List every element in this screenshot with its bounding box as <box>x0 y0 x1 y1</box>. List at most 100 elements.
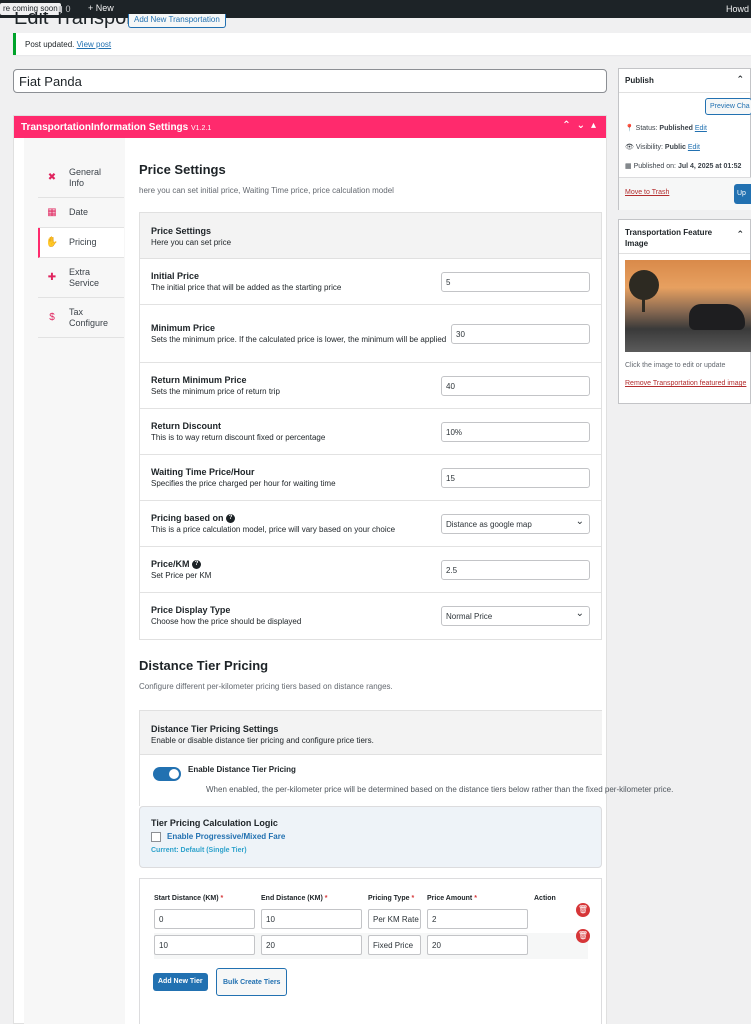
price-display-type-select[interactable]: Normal Price <box>441 606 590 626</box>
row-label: Initial Price <box>151 270 200 281</box>
publish-header[interactable]: Publish ⌃ <box>619 69 750 93</box>
logic-current: Current: Default (Single Tier) <box>151 847 247 854</box>
bulk-create-tiers-button[interactable]: Bulk Create Tiers <box>216 968 288 996</box>
remove-featured-image-link[interactable]: Remove Transportation featured image <box>625 380 746 387</box>
col-end-distance: End Distance (KM) * <box>261 895 328 902</box>
chevron-up-icon[interactable]: ⌃ <box>736 229 744 240</box>
col-start-distance: Start Distance (KM) * <box>154 895 224 902</box>
tier-2-start-input[interactable]: 10 <box>154 935 255 955</box>
card-subtitle: Here you can set price <box>151 238 232 247</box>
settings-tabs: ✖ General Info ▦ Date ✋ Pricing ✚ Extra Serv… <box>38 158 124 338</box>
col-action: Action <box>534 895 556 902</box>
row-label: Pricing based on <box>151 512 224 523</box>
howdy-user[interactable]: Howd <box>726 4 749 14</box>
pricing-based-on-row: Pricing based on ? This is a price calcul… <box>140 501 601 547</box>
checkbox-label: Enable Progressive/Mixed Fare <box>167 832 286 842</box>
delete-tier-1-icon[interactable]: 🗑 <box>576 903 590 917</box>
move-to-trash-link[interactable]: Move to Trash <box>625 189 669 196</box>
delete-tier-2-icon[interactable]: 🗑 <box>576 929 590 943</box>
price-per-km-input[interactable]: 2.5 <box>441 559 590 580</box>
column-label: End Distance (KM) <box>261 895 323 902</box>
help-icon[interactable]: ? <box>192 559 202 569</box>
tier-2-type-select[interactable]: Fixed Price <box>368 935 421 955</box>
tab-extra-service[interactable]: ✚ Extra Service <box>38 258 124 298</box>
tier-toggle-area: Enable Distance Tier Pricing When enable… <box>140 755 673 807</box>
row-label: Price/KM <box>151 558 190 569</box>
tier-1-type-select[interactable]: Per KM Rate <box>368 909 421 929</box>
hand-money-icon: ✋ <box>45 237 59 248</box>
published-value: Jul 4, 2025 at 01:52 <box>677 163 742 170</box>
minimum-price-input[interactable]: 30 <box>451 323 590 344</box>
move-down-icon[interactable]: ⌄ <box>577 120 591 131</box>
tab-tax-configure[interactable]: $ Tax Configure <box>38 298 124 338</box>
row-label: Waiting Time Price/Hour <box>151 466 255 477</box>
edit-visibility-link[interactable]: Edit <box>688 144 700 151</box>
enable-tier-toggle[interactable] <box>153 767 181 781</box>
tier-logic-box: Tier Pricing Calculation Logic Enable Pr… <box>139 806 602 868</box>
return-minimum-price-input[interactable]: 40 <box>441 375 590 396</box>
tier-2-end-input[interactable]: 20 <box>261 935 362 955</box>
card-title: Price Settings <box>151 226 212 236</box>
tab-general-info[interactable]: ✖ General Info <box>38 158 124 198</box>
row-desc: This is a price calculation model, price… <box>151 524 396 534</box>
metabox-controls: ⌃⌄▴ <box>562 120 602 131</box>
toggle-panel-icon[interactable]: ▴ <box>591 120 602 131</box>
eye-icon: 👁 <box>625 144 634 151</box>
return-discount-input[interactable]: 10% <box>441 421 590 442</box>
price-settings-subtitle: here you can set initial price, Waiting … <box>139 186 394 195</box>
tab-pricing[interactable]: ✋ Pricing <box>38 228 124 258</box>
tier-1-start-input[interactable]: 0 <box>154 909 255 929</box>
waiting-time-price-input[interactable]: 15 <box>441 467 590 488</box>
logic-title: Tier Pricing Calculation Logic <box>151 818 278 828</box>
visibility-value: Public <box>664 144 686 151</box>
pricing-based-on-select[interactable]: Distance as google map <box>441 513 590 534</box>
chevron-up-icon[interactable]: ⌃ <box>736 74 744 85</box>
featured-image[interactable] <box>625 260 751 352</box>
row-desc: Specifies the price charged per hour for… <box>151 478 336 488</box>
help-icon[interactable]: ? <box>226 513 236 523</box>
edit-status-link[interactable]: Edit <box>695 125 707 132</box>
tier-2-amount-input[interactable]: 20 <box>427 935 528 955</box>
view-post-link[interactable]: View post <box>77 40 112 49</box>
row-desc: Choose how the price should be displayed <box>151 617 302 626</box>
col-pricing-type: Pricing Type * <box>368 895 415 902</box>
tier-table-card: Start Distance (KM) * End Distance (KM) … <box>139 878 602 1024</box>
tree-trunk <box>642 296 645 312</box>
initial-price-row: Initial Price The initial price that will… <box>140 259 601 305</box>
row-desc: The initial price that will be added as … <box>151 282 342 292</box>
toggle-description: When enabled, the per-kilometer price wi… <box>206 785 674 794</box>
notice-text: Post updated. <box>25 40 75 49</box>
toggle-label: Enable Distance Tier Pricing <box>188 765 296 774</box>
row-desc: Sets the minimum price of return trip <box>151 386 280 396</box>
featured-image-box: Transportation Feature Image ⌃ Click the … <box>618 219 751 404</box>
row-label: Minimum Price <box>151 322 216 333</box>
price-display-type-row: Price Display Type Choose how the price s… <box>140 593 601 639</box>
status-label: Status: <box>635 125 658 132</box>
tier-1-amount-input[interactable]: 2 <box>427 909 528 929</box>
featured-header[interactable]: Transportation Feature Image ⌃ <box>619 220 750 254</box>
progressive-fare-checkbox[interactable] <box>151 832 161 842</box>
card-title: Distance Tier Pricing Settings <box>151 724 279 734</box>
add-new-tier-button[interactable]: Add New Tier <box>153 973 208 991</box>
row-label: Return Discount <box>151 420 222 431</box>
preview-changes-button[interactable]: Preview Cha <box>705 98 751 115</box>
initial-price-input[interactable]: 5 <box>441 271 590 292</box>
move-up-icon[interactable]: ⌃ <box>562 120 576 131</box>
published-label: Published on: <box>633 163 676 170</box>
tab-label: General Info <box>69 166 102 188</box>
column-label: Price Amount <box>427 895 473 902</box>
pin-icon: 📍 <box>625 125 634 132</box>
tier-1-end-input[interactable]: 10 <box>261 909 362 929</box>
status-value: Published <box>659 125 693 132</box>
update-button[interactable]: Up <box>734 184 751 204</box>
column-label: Pricing Type <box>368 895 410 902</box>
featured-hint: Click the image to edit or update <box>625 362 726 369</box>
metabox-header[interactable]: TransportationInformation Settings V1.2.… <box>14 116 606 138</box>
settings-body: ✖ General Info ▦ Date ✋ Pricing ✚ Extra Serv… <box>24 138 673 1024</box>
progressive-fare-option[interactable]: Enable Progressive/Mixed Fare <box>151 832 590 842</box>
tab-label: Extra Service <box>69 266 100 288</box>
tab-date[interactable]: ▦ Date <box>38 198 124 228</box>
calendar-icon: ▦ <box>625 163 632 170</box>
add-new-button[interactable]: Add New Transportation <box>128 14 226 28</box>
post-title-input[interactable]: Fiat Panda <box>13 69 607 93</box>
